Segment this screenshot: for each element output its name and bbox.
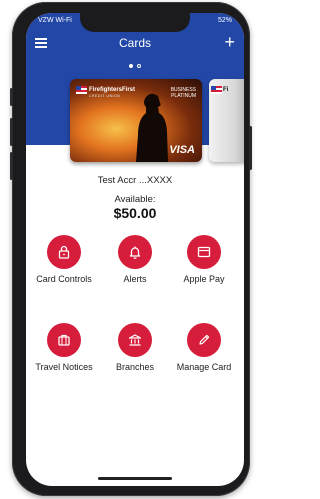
branches-button[interactable]: Branches bbox=[100, 323, 170, 373]
pager-dot[interactable] bbox=[137, 64, 141, 68]
manage-card-label: Manage Card bbox=[176, 362, 232, 372]
card-controls-label: Card Controls bbox=[36, 274, 92, 284]
available-amount: $50.00 bbox=[113, 205, 157, 221]
apple-pay-label: Apple Pay bbox=[183, 274, 225, 284]
travel-notices-button[interactable]: Travel Notices bbox=[29, 323, 99, 373]
card-brand: FirefightersFirst bbox=[89, 87, 136, 93]
card-controls-button[interactable]: Card Controls bbox=[29, 235, 99, 285]
debit-card-image[interactable]: FirefightersFirst CREDIT UNION BUSINESS … bbox=[70, 79, 202, 162]
firefighter-silhouette bbox=[136, 93, 168, 162]
card-tier: BUSINESS PLATINUM bbox=[171, 87, 196, 99]
manage-card-button[interactable]: Manage Card bbox=[169, 323, 239, 373]
travel-notices-circle[interactable] bbox=[47, 323, 81, 357]
card-controls-circle[interactable] bbox=[47, 235, 81, 269]
apple-pay-circle[interactable] bbox=[187, 235, 221, 269]
card-tier-line-2: PLATINUM bbox=[171, 93, 196, 99]
wallet-icon bbox=[197, 246, 211, 258]
account-name: Test Accr ...XXXX bbox=[97, 175, 173, 186]
card-pager[interactable] bbox=[26, 64, 244, 70]
volume-up-button bbox=[10, 118, 13, 146]
alerts-button[interactable]: Alerts bbox=[100, 235, 170, 285]
notch bbox=[80, 13, 190, 32]
flag-logo-icon bbox=[76, 86, 87, 94]
visa-logo: VISA bbox=[169, 144, 195, 156]
add-card-button[interactable]: + bbox=[224, 33, 235, 51]
app-screen: VZW Wi-Fi 52% Cards + FirefightersFirst … bbox=[26, 13, 244, 486]
volume-down-button bbox=[10, 152, 13, 180]
branches-label: Branches bbox=[115, 362, 155, 372]
card-brand-sub: CREDIT UNION bbox=[89, 94, 121, 98]
home-indicator[interactable] bbox=[98, 477, 172, 480]
suitcase-icon bbox=[58, 334, 70, 346]
mute-switch bbox=[10, 88, 13, 106]
pencil-icon bbox=[199, 334, 210, 345]
battery-percent: 52% bbox=[217, 17, 232, 24]
flag-logo-icon bbox=[211, 86, 222, 94]
battery-status: 52% bbox=[218, 17, 232, 24]
alerts-label: Alerts bbox=[123, 274, 147, 284]
apple-pay-button[interactable]: Apple Pay bbox=[169, 235, 239, 285]
power-button bbox=[249, 126, 252, 170]
next-card-brand: Fi bbox=[223, 87, 229, 93]
travel-notices-label: Travel Notices bbox=[35, 362, 93, 372]
lock-icon bbox=[58, 245, 70, 259]
next-card-image[interactable]: Fi bbox=[209, 79, 244, 162]
available-label: Available: bbox=[114, 194, 156, 205]
alerts-circle[interactable] bbox=[118, 235, 152, 269]
manage-card-circle[interactable] bbox=[187, 323, 221, 357]
pager-dot-active[interactable] bbox=[129, 64, 133, 68]
page-title: Cards bbox=[118, 36, 151, 50]
branches-circle[interactable] bbox=[118, 323, 152, 357]
bank-icon bbox=[128, 334, 142, 346]
bell-icon bbox=[129, 246, 141, 259]
carrier-label: VZW Wi-Fi bbox=[38, 17, 72, 24]
